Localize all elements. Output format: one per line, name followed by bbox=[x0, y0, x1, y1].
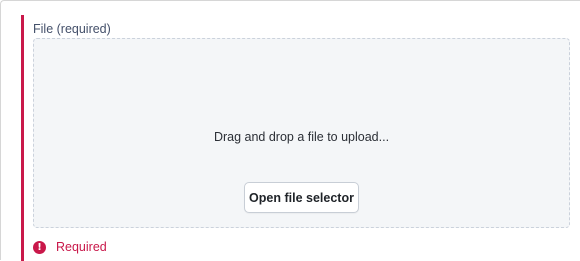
field-label: File (required) bbox=[33, 22, 111, 36]
dropzone-instructions: Drag and drop a file to upload... bbox=[213, 130, 390, 144]
validation-error: ! Required bbox=[33, 239, 107, 255]
file-dropzone[interactable]: Drag and drop a file to upload... Open f… bbox=[33, 38, 570, 228]
error-circle-icon: ! bbox=[33, 240, 46, 254]
error-message: Required bbox=[56, 240, 107, 254]
file-upload-field: File (required) Drag and drop a file to … bbox=[21, 15, 580, 261]
form-panel: File (required) Drag and drop a file to … bbox=[0, 0, 580, 261]
error-indicator-bar bbox=[21, 15, 24, 261]
open-file-selector-button[interactable]: Open file selector bbox=[244, 182, 359, 213]
